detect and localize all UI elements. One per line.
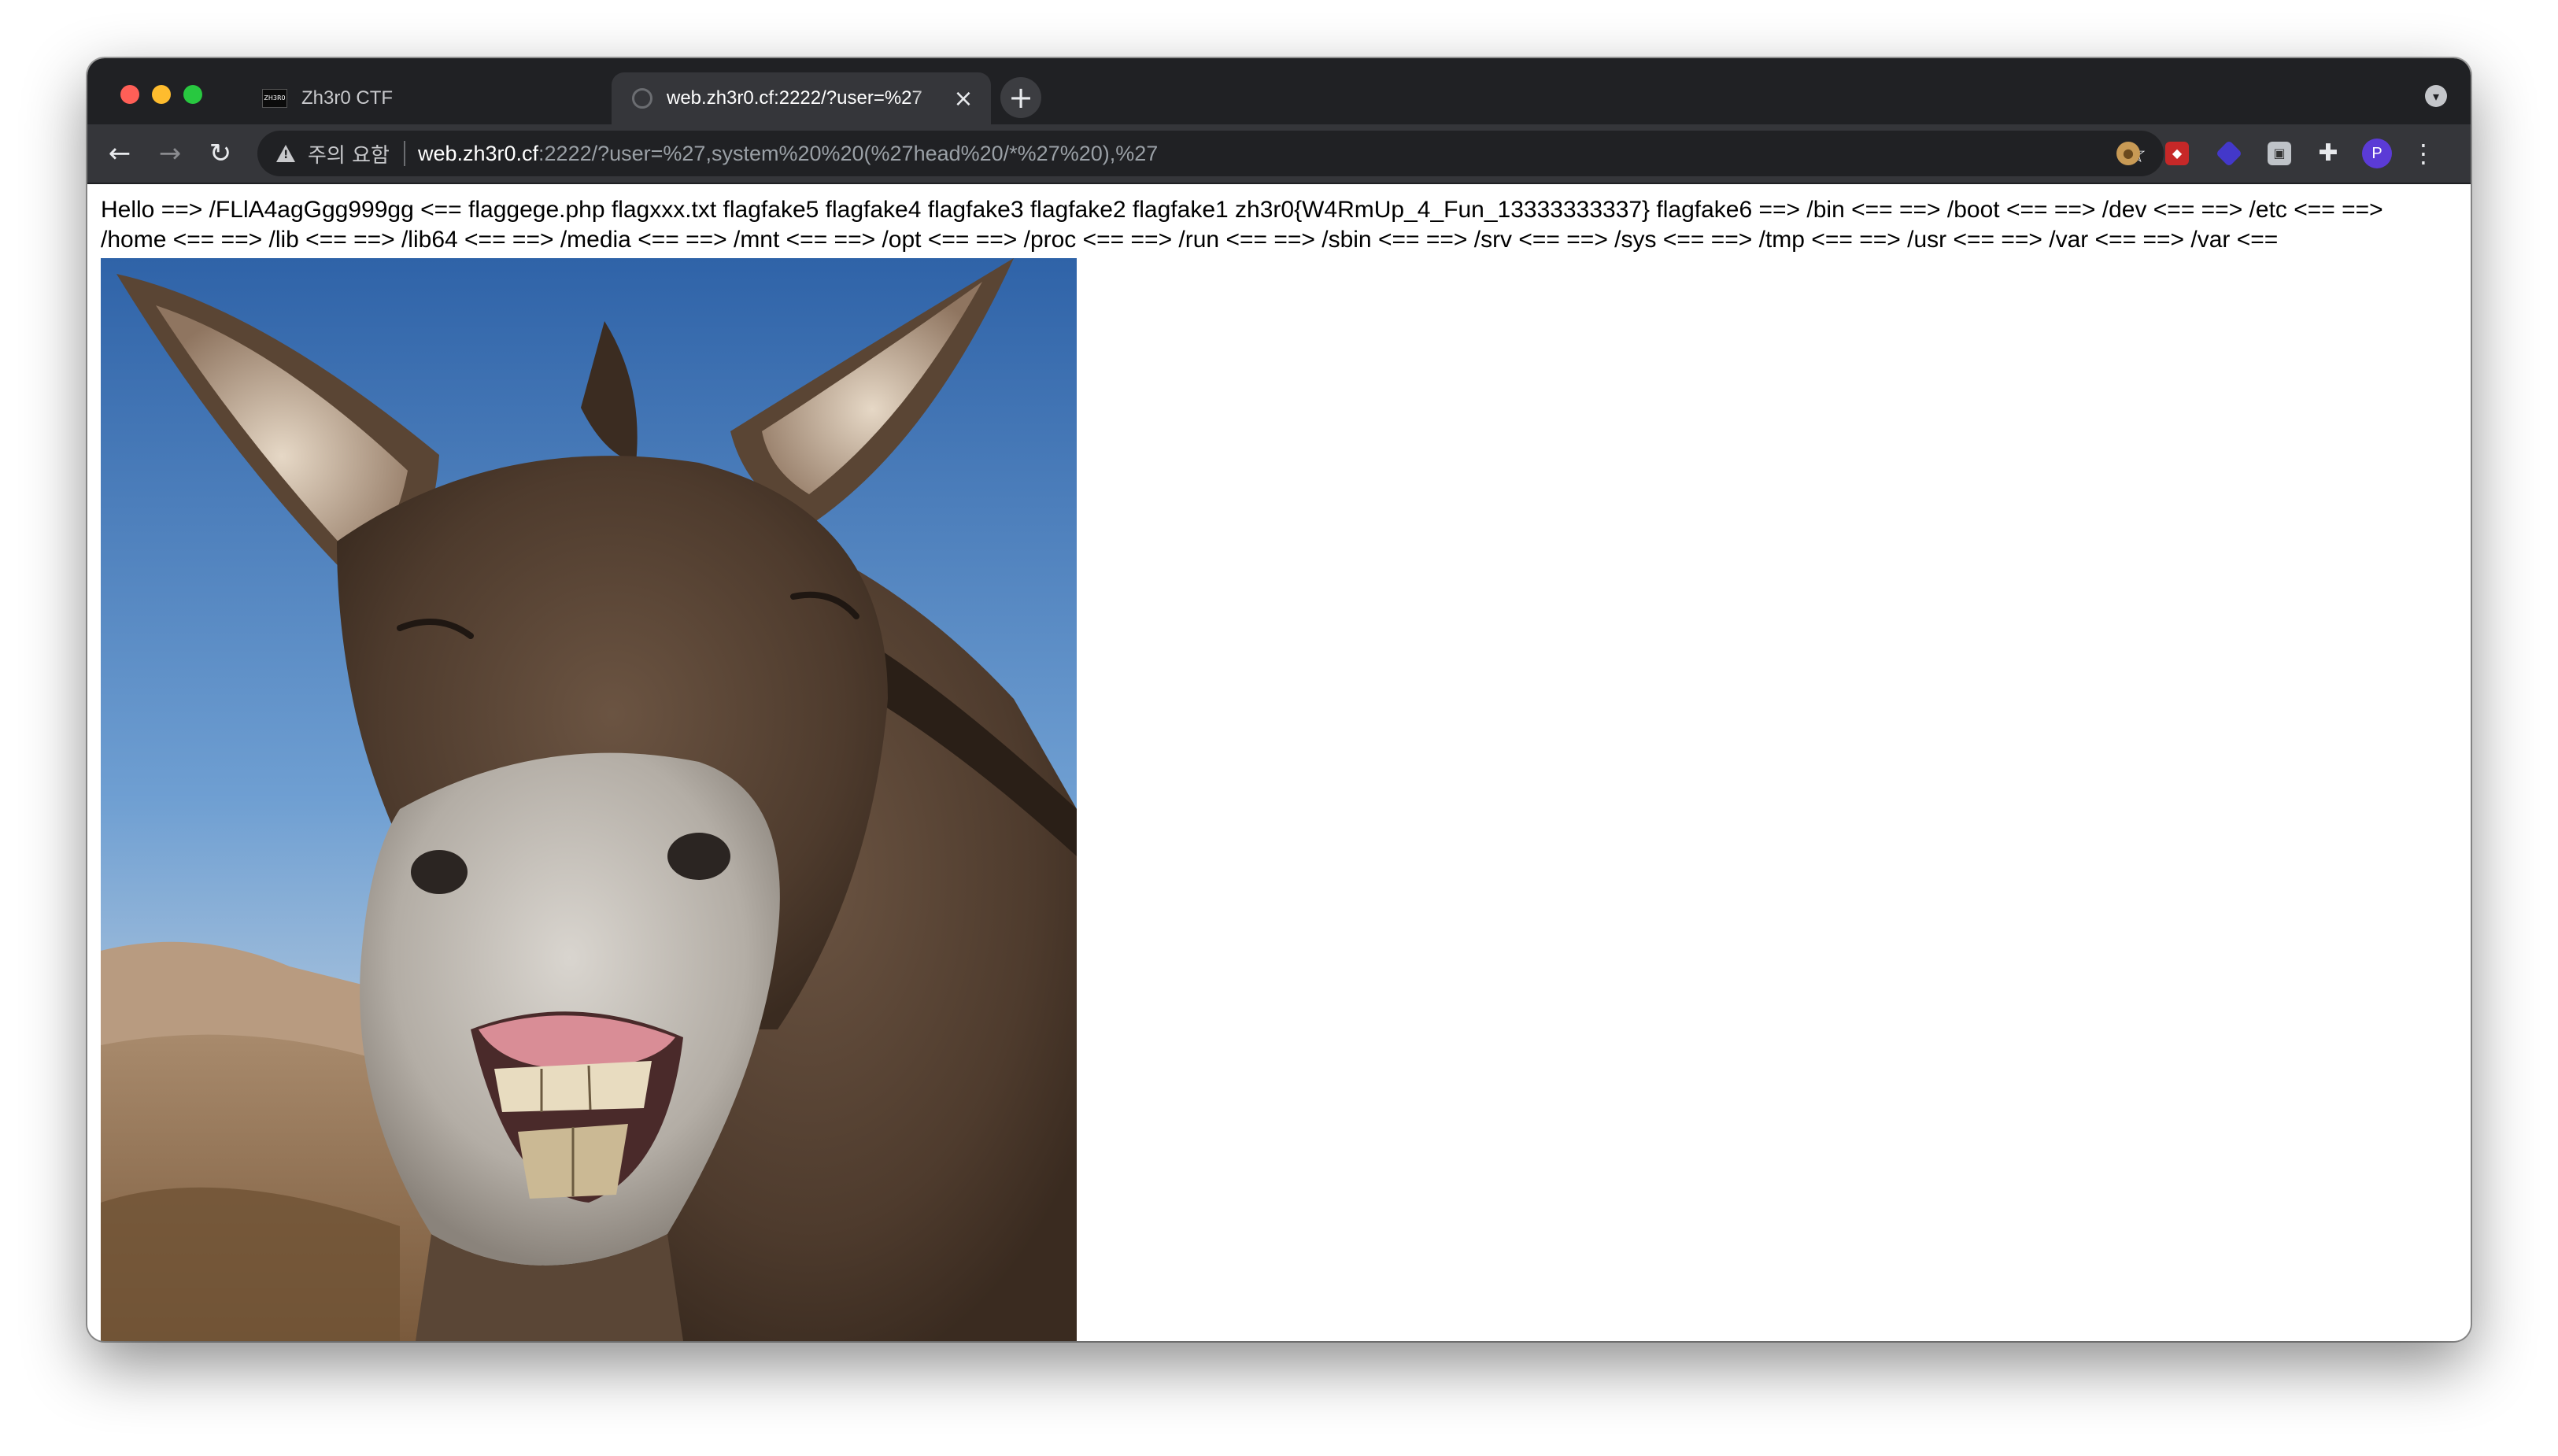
globe-icon [632,88,652,109]
new-tab-button[interactable]: + [1000,77,1041,118]
page-content: Hello ==> /FLlA4agGgg999gg <== flaggege.… [87,184,2471,1341]
cookie-extension-icon[interactable]: ● [2116,142,2140,165]
address-bar[interactable]: 주의 요함 web.zh3r0.cf:2222/?user=%27,system… [257,131,2164,176]
kebab-menu-icon[interactable]: ⋮ [2411,137,2436,170]
tool-extension-icon[interactable]: ▣ [2268,142,2291,165]
url-host: web.zh3r0.cf [417,141,539,165]
donkey-image [101,258,1077,1341]
forward-arrow-icon[interactable]: → [150,134,190,173]
tab-search-icon[interactable]: ▾ [2425,85,2447,107]
minimize-window-button[interactable] [152,85,171,104]
reload-icon[interactable]: ↻ [201,134,240,173]
puzzle-extensions-icon[interactable]: ✚ [2316,142,2340,165]
shield-extension-icon[interactable]: ◆ [2165,142,2189,165]
ctf-logo-icon: ZH3R0 [262,89,287,108]
tab-strip: ZH3R0 Zh3r0 CTF × web.zh3r0.cf:2222/?use… [87,58,2471,124]
address-divider [403,141,405,166]
profile-avatar[interactable]: P [2362,139,2392,168]
donkey-photo [101,258,1077,1341]
url-path: :2222/?user=%27,system%20%20(%27head%20/… [538,141,1159,165]
security-status[interactable]: 주의 요함 [308,139,390,168]
browser-window: ZH3R0 Zh3r0 CTF × web.zh3r0.cf:2222/?use… [87,58,2471,1341]
warning-icon[interactable] [276,145,295,162]
command-output: Hello ==> /FLlA4agGgg999gg <== flaggege.… [101,197,2383,253]
back-arrow-icon[interactable]: ← [100,134,139,173]
toolbar: ← → ↻ 주의 요함 web.zh3r0.cf:2222/?user=%27,… [87,124,2471,184]
close-window-button[interactable] [120,85,139,104]
close-tab-icon[interactable]: × [952,85,975,113]
tab-title: Zh3r0 CTF [301,87,394,109]
tab-current-page[interactable]: web.zh3r0.cf:2222/?user=%27 × [612,72,991,124]
maximize-window-button[interactable] [183,85,202,104]
tab-title: web.zh3r0.cf:2222/?user=%27 [667,87,922,109]
layers-extension-icon[interactable] [2216,140,2242,167]
url-text[interactable]: web.zh3r0.cf:2222/?user=%27,system%20%20… [418,142,2120,166]
